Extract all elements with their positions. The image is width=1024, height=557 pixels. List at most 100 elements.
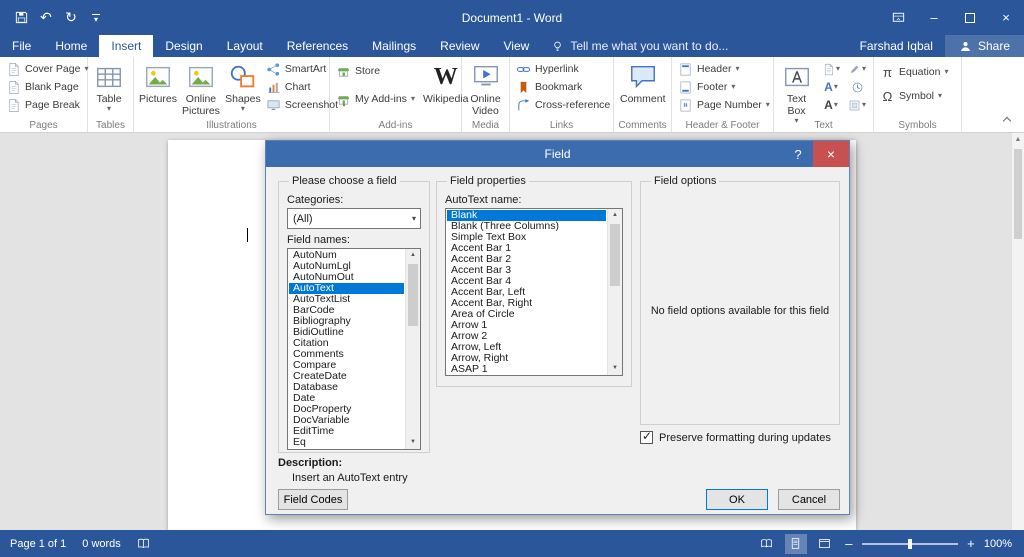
scroll-thumb[interactable] [610,224,620,286]
redo-icon[interactable]: ↻ [60,6,82,30]
dialog-close-button[interactable]: × [813,141,849,167]
cross-reference-button[interactable]: Cross-reference [513,96,613,114]
hyperlink-button[interactable]: Hyperlink [513,60,613,78]
field-options-group-label: Field options [651,175,719,187]
chevron-down-icon: ▾ [938,92,942,100]
zoom-slider-thumb[interactable] [908,539,912,549]
page-indicator[interactable]: Page 1 of 1 [10,538,66,550]
dialog-title-bar[interactable]: Field ? × [266,141,849,167]
scroll-down-icon[interactable]: ▼ [406,436,420,449]
tab-home[interactable]: Home [43,35,99,57]
header-button[interactable]: Header ▾ [675,60,773,78]
drop-cap-button[interactable]: A ▾ [818,96,844,114]
collapse-ribbon-icon[interactable] [1004,118,1012,126]
pictures-button[interactable]: Pictures [137,60,179,106]
ribbon-group-header-footer: Header ▾ Footer ▾ Page Number ▾ Header &… [672,57,774,132]
maximize-button[interactable] [952,0,988,35]
checkbox-box[interactable]: ✓ [640,431,653,444]
tab-view[interactable]: View [492,35,542,57]
store-button[interactable]: Store [333,62,418,80]
blank-page-button[interactable]: Blank Page [3,78,91,96]
group-label-pages: Pages [0,120,87,131]
footer-button[interactable]: Footer ▾ [675,78,773,96]
page-break-button[interactable]: Page Break [3,96,91,114]
zoom-level[interactable]: 100% [984,538,1012,550]
shapes-button[interactable]: Shapes ▾ [223,60,263,114]
field-name-item[interactable]: Eq [289,437,404,448]
undo-icon[interactable]: ↶ [35,6,57,30]
page-number-button[interactable]: Page Number ▾ [675,96,773,114]
dialog-help-button[interactable]: ? [783,147,813,162]
scroll-up-icon[interactable]: ▲ [1012,133,1024,147]
chevron-down-icon: ▾ [731,83,735,91]
field-names-listbox[interactable]: AutoNumAutoNumLglAutoNumOutAutoTextAutoT… [287,248,421,450]
autotext-scrollbar[interactable]: ▲ ▼ [607,209,622,375]
scroll-thumb[interactable] [1014,149,1022,239]
web-layout-button[interactable] [814,534,836,554]
ribbon-display-options-icon[interactable] [880,0,916,35]
preserve-formatting-label: Preserve formatting during updates [659,432,831,444]
tab-layout[interactable]: Layout [215,35,275,57]
signature-line-icon [848,63,861,76]
tab-file[interactable]: File [0,35,43,57]
close-button[interactable]: × [988,0,1024,35]
cover-page-button[interactable]: Cover Page ▾ [3,60,91,78]
tab-references[interactable]: References [275,35,360,57]
minimize-button[interactable]: – [916,0,952,35]
field-names-label: Field names: [287,234,421,246]
preserve-formatting-checkbox[interactable]: ✓ Preserve formatting during updates [640,431,831,444]
quick-parts-button[interactable]: ▾ [818,60,844,78]
text-box-button[interactable]: Text Box ▾ [777,60,816,126]
online-pictures-button[interactable]: Online Pictures [179,60,223,118]
tell-me-text: Tell me what you want to do... [570,39,728,53]
equation-button[interactable]: π Equation ▾ [877,63,951,81]
word-count[interactable]: 0 words [82,538,121,550]
ok-button[interactable]: OK [706,489,768,510]
date-time-button[interactable] [844,78,870,96]
quick-parts-icon [822,63,835,76]
field-codes-button[interactable]: Field Codes [278,489,348,510]
proofing-status-icon[interactable] [137,537,150,550]
scroll-thumb[interactable] [408,264,418,326]
customize-quick-access-icon[interactable]: ▾ [85,6,107,30]
comment-button[interactable]: Comment [617,60,669,106]
my-addins-button[interactable]: My Add-ins ▾ [333,90,418,108]
cancel-button[interactable]: Cancel [778,489,840,510]
ribbon-group-text: Text Box ▾ ▾ ▾ A ▾ [774,57,874,132]
scroll-up-icon[interactable]: ▲ [608,209,622,222]
chevron-down-icon: ▾ [944,68,948,76]
signature-line-button[interactable]: ▾ [844,60,870,78]
table-button[interactable]: Table ▾ [91,60,127,114]
user-name[interactable]: Farshad Iqbal [848,35,945,57]
tab-review[interactable]: Review [428,35,491,57]
save-icon[interactable] [10,6,32,30]
hyperlink-icon [516,62,531,77]
table-icon [94,62,124,92]
autotext-name-item[interactable]: ASAP 1 [447,364,606,374]
zoom-out-button[interactable]: – [843,536,855,551]
wordart-icon: A [824,80,833,94]
print-layout-button[interactable] [785,534,807,554]
read-mode-button[interactable] [756,534,778,554]
tab-design[interactable]: Design [153,35,214,57]
field-name-item[interactable]: EditTime [289,426,404,437]
tab-mailings[interactable]: Mailings [360,35,428,57]
tab-insert[interactable]: Insert [99,35,153,57]
zoom-in-button[interactable]: + [965,536,977,551]
scroll-down-icon[interactable]: ▼ [608,362,622,375]
scroll-up-icon[interactable]: ▲ [406,249,420,262]
field-names-scrollbar[interactable]: ▲ ▼ [405,249,420,449]
autotext-name-listbox[interactable]: BlankBlank (Three Columns)Simple Text Bo… [445,208,623,376]
symbol-button[interactable]: Ω Symbol ▾ [877,87,951,105]
document-scrollbar[interactable]: ▲ [1011,133,1024,530]
online-video-button[interactable]: Online Video [465,60,506,118]
object-button[interactable]: ▾ [844,96,870,114]
share-button[interactable]: Share [945,35,1024,57]
categories-dropdown[interactable]: (All) ▾ [287,208,421,229]
wordart-button[interactable]: A ▾ [818,78,844,96]
zoom-slider[interactable] [862,543,958,545]
check-icon: ✓ [642,429,652,443]
bookmark-button[interactable]: Bookmark [513,78,613,96]
tell-me-box[interactable]: Tell me what you want to do... [541,35,738,57]
status-bar: Page 1 of 1 0 words – + 100% [0,530,1024,557]
